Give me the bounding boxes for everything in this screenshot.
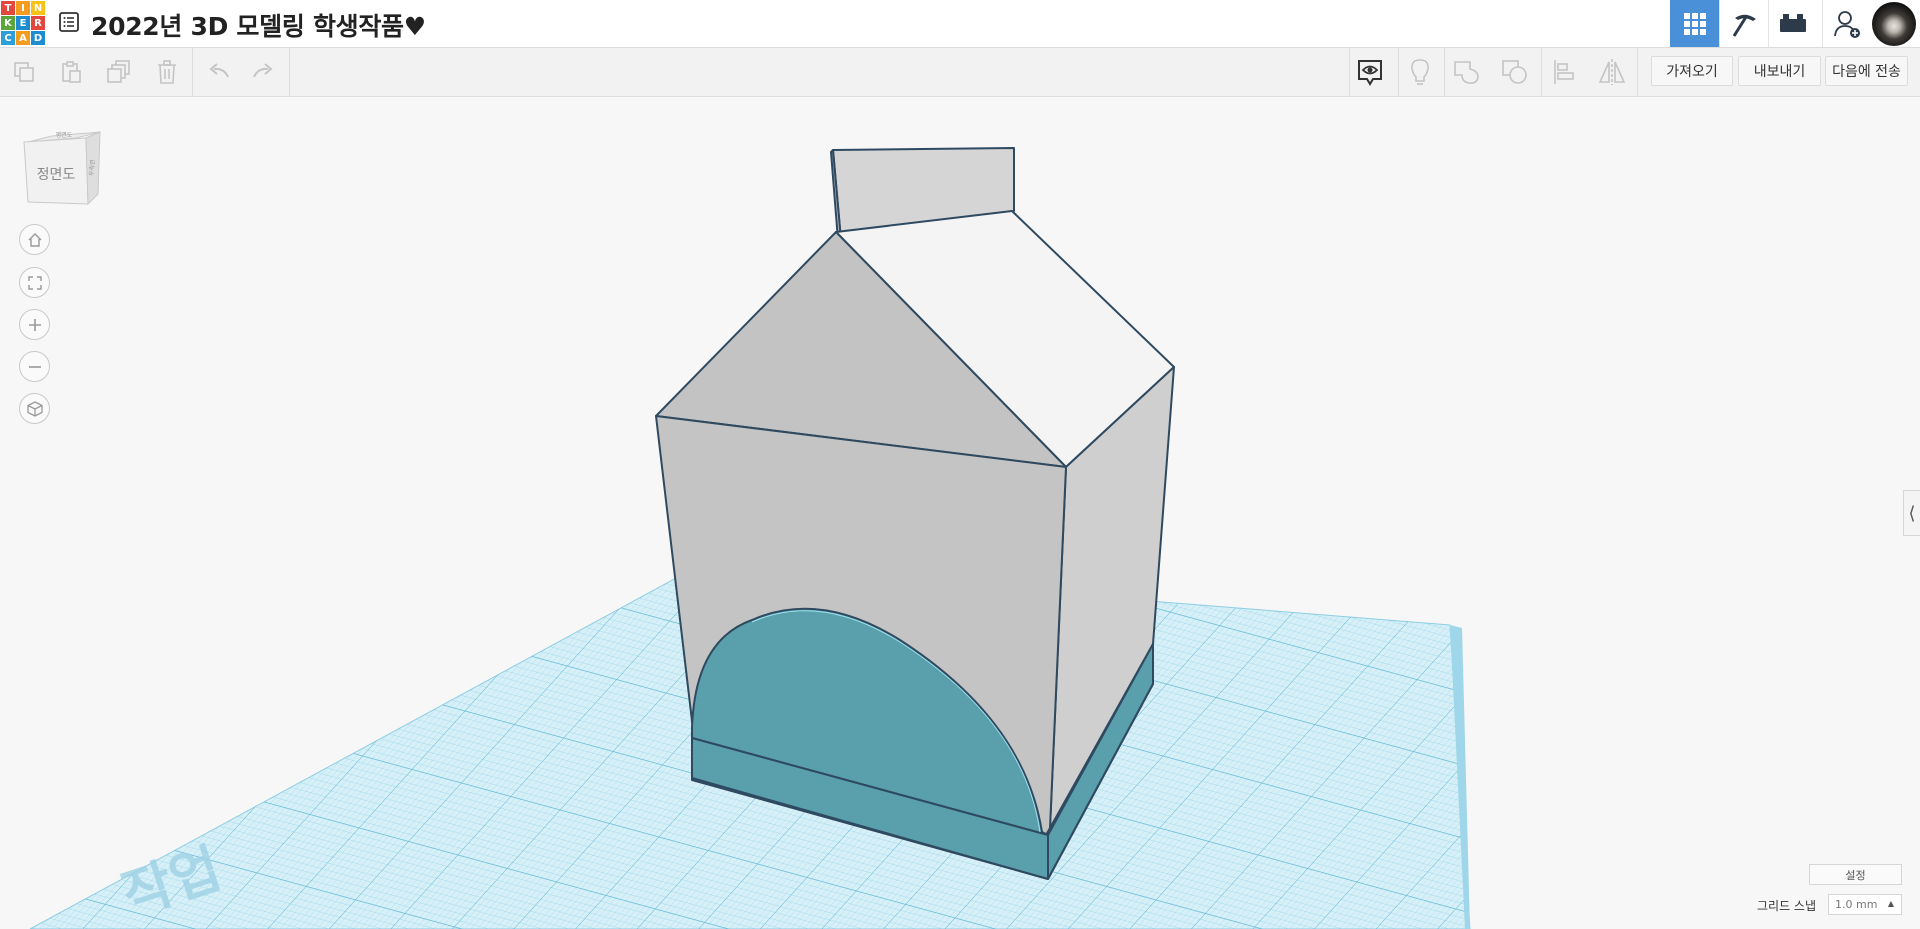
pickaxe-icon[interactable] bbox=[1719, 0, 1768, 47]
align-icon[interactable] bbox=[1549, 57, 1579, 87]
toolbar-divider bbox=[192, 48, 193, 96]
logo-letter: C bbox=[1, 31, 15, 45]
bricks-icon[interactable] bbox=[1768, 0, 1817, 47]
perspective-toggle-icon[interactable] bbox=[19, 393, 50, 424]
tinkercad-logo[interactable]: T I N K E R C A D bbox=[0, 0, 48, 48]
toolbar-divider bbox=[1637, 48, 1638, 96]
grid-view-icon[interactable] bbox=[1670, 0, 1719, 47]
logo-letter: A bbox=[16, 31, 30, 45]
delete-icon[interactable] bbox=[152, 57, 182, 87]
grid-snap-value: 1.0 mm bbox=[1835, 898, 1878, 911]
toolbar-divider bbox=[1349, 48, 1350, 96]
toolbar-divider bbox=[1541, 48, 1542, 96]
scene-canvas[interactable]: 작업 bbox=[0, 97, 1920, 929]
paste-icon[interactable] bbox=[56, 57, 86, 87]
project-title[interactable]: 2022년 3D 모델링 학생작품♥ bbox=[91, 7, 426, 43]
show-hidden-icon[interactable] bbox=[1355, 57, 1385, 87]
logo-letter: T bbox=[1, 1, 15, 15]
copy-icon[interactable] bbox=[9, 57, 39, 87]
grid-snap-select[interactable]: 1.0 mm ▲ bbox=[1828, 894, 1902, 915]
chevron-left-icon: ⟨ bbox=[1908, 502, 1916, 524]
list-menu-icon[interactable] bbox=[58, 11, 80, 33]
logo-letter: N bbox=[31, 1, 45, 15]
edit-toolbar: 가져오기 내보내기 다음에 전송 bbox=[0, 48, 1920, 97]
grid-snap-label: 그리드 스냅 bbox=[1757, 899, 1817, 913]
duplicate-icon[interactable] bbox=[104, 57, 134, 87]
logo-letter: K bbox=[1, 16, 15, 30]
export-button[interactable]: 내보내기 bbox=[1738, 56, 1821, 86]
logo-letter: R bbox=[31, 16, 45, 30]
app-header: T I N K E R C A D 2022년 3D 모델링 학생작품♥ bbox=[0, 0, 1920, 48]
ungroup-icon[interactable] bbox=[1500, 57, 1530, 87]
add-user-icon[interactable] bbox=[1822, 0, 1871, 47]
house-model[interactable] bbox=[655, 147, 1175, 880]
undo-icon[interactable] bbox=[203, 57, 233, 87]
view-cube-side-label: 우측면 bbox=[87, 159, 96, 176]
logo-letter: E bbox=[16, 16, 30, 30]
zoom-in-icon[interactable] bbox=[19, 309, 50, 340]
toolbar-divider bbox=[289, 48, 290, 96]
send-to-button[interactable]: 다음에 전송 bbox=[1825, 56, 1908, 86]
logo-letter: I bbox=[16, 1, 30, 15]
import-button[interactable]: 가져오기 bbox=[1651, 56, 1733, 86]
view-cube[interactable]: 정면도 평면도 우측면 bbox=[18, 124, 102, 208]
mirror-icon[interactable] bbox=[1597, 57, 1627, 87]
caret-up-icon: ▲ bbox=[1887, 899, 1894, 908]
bulb-icon[interactable] bbox=[1405, 57, 1435, 87]
3d-viewport[interactable]: 작업 정면도 평면도 우측면 ⟨ 설정 그리드 스냅 1.0 mm ▲ bbox=[0, 97, 1920, 929]
view-cube-top-label: 평면도 bbox=[56, 131, 73, 139]
zoom-out-icon[interactable] bbox=[19, 351, 50, 382]
settings-button[interactable]: 설정 bbox=[1809, 864, 1902, 885]
redo-icon[interactable] bbox=[249, 57, 279, 87]
collapse-panel-tab[interactable]: ⟨ bbox=[1903, 490, 1920, 536]
user-avatar[interactable] bbox=[1872, 2, 1916, 46]
group-icon[interactable] bbox=[1452, 57, 1482, 87]
view-cube-front-label: 정면도 bbox=[37, 167, 76, 183]
fit-all-icon[interactable] bbox=[19, 267, 50, 298]
home-view-icon[interactable] bbox=[19, 224, 50, 255]
toolbar-divider bbox=[1444, 48, 1445, 96]
toolbar-divider bbox=[1398, 48, 1399, 96]
logo-letter: D bbox=[31, 31, 45, 45]
